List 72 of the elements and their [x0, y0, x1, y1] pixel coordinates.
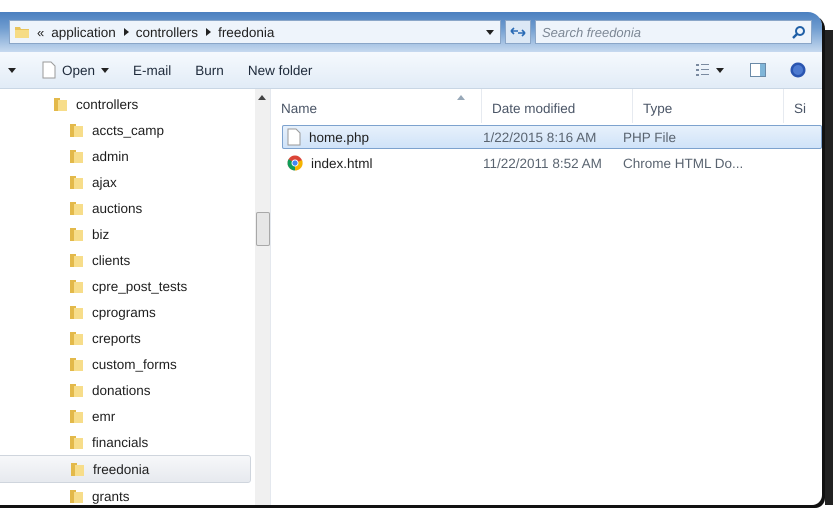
overflow-chevron[interactable]: « — [37, 24, 44, 40]
folder-tree-item[interactable]: cpre_post_tests — [0, 273, 251, 299]
column-header[interactable]: Type — [633, 89, 784, 123]
toolbar-button[interactable]: E-mail — [125, 60, 180, 80]
folder-tree-item[interactable]: cprograms — [0, 299, 251, 325]
breadcrumb[interactable]: application — [51, 24, 116, 40]
toolbar-button[interactable]: Open — [34, 59, 118, 81]
date-cell-text: 1/22/2015 8:16 AM — [483, 130, 598, 144]
folder-icon — [68, 226, 84, 242]
folder-icon — [69, 461, 85, 477]
pane-icon — [750, 63, 766, 77]
folder-tree-item[interactable]: clients — [0, 247, 251, 273]
sort-arrow-icon — [457, 95, 465, 100]
breadcrumb[interactable]: controllers — [136, 24, 198, 40]
folder-tree-item[interactable]: emr — [0, 403, 251, 429]
folder-tree-item[interactable]: custom_forms — [0, 351, 251, 377]
folder-icon — [68, 278, 84, 294]
dropdown-arrow-icon[interactable] — [486, 30, 494, 34]
folder-tree-item[interactable]: controllers — [0, 91, 251, 117]
scroll-up-arrow-icon[interactable] — [258, 95, 266, 100]
folder-tree-item[interactable]: admin — [0, 143, 251, 169]
help-icon — [790, 62, 806, 78]
folder-icon — [68, 252, 84, 268]
folder-tree-item[interactable]: grants — [0, 483, 251, 505]
list-view-icon — [696, 64, 726, 76]
scrollbar-thumb[interactable] — [256, 212, 270, 246]
scrollbar[interactable] — [255, 89, 270, 505]
folder-icon — [68, 122, 84, 138]
dropdown-arrow-icon[interactable] — [8, 68, 16, 72]
refresh-button[interactable] — [505, 20, 531, 44]
search-icon — [792, 25, 806, 39]
folder-icon — [52, 96, 68, 112]
folder-tree-item[interactable]: donations — [0, 377, 251, 403]
folder-icon — [68, 330, 84, 346]
folder-icon — [68, 488, 84, 504]
document-icon — [42, 61, 56, 79]
folder-tree-item[interactable]: biz — [0, 221, 251, 247]
folder-icon — [68, 356, 84, 372]
refresh-icon — [510, 26, 526, 38]
file-row[interactable]: index.html 11/22/2011 8:52 AM Chrome HTML Do... — [282, 151, 822, 175]
toolbar-button[interactable]: Burn — [187, 60, 232, 80]
column-header[interactable]: Si — [784, 89, 822, 123]
search-field[interactable]: Search freedonia — [535, 20, 812, 44]
column-header[interactable]: Date modified — [482, 89, 633, 123]
toolbar-button[interactable]: New folder — [240, 60, 320, 80]
folder-tree-item[interactable]: financials — [0, 429, 251, 455]
folder-tree-item[interactable]: freedonia — [0, 455, 251, 483]
document-icon — [287, 128, 301, 146]
folder-icon — [68, 200, 84, 216]
separator-arrow-icon[interactable] — [205, 28, 212, 36]
folder-icon — [68, 148, 84, 164]
folder-tree-item[interactable]: ajax — [0, 169, 251, 195]
folder-icon — [68, 174, 84, 190]
folder-icon — [68, 382, 84, 398]
address-bar[interactable]: « application controllers freedonia — [9, 20, 501, 44]
folder-icon — [68, 408, 84, 424]
type-cell-text: Chrome HTML Do... — [623, 156, 744, 170]
type-cell-text: PHP File — [623, 130, 678, 144]
file-name: home.php — [309, 130, 370, 144]
folder-icon — [14, 24, 30, 40]
folder-tree-item[interactable]: auctions — [0, 195, 251, 221]
file-name: index.html — [311, 156, 373, 170]
browser-icon — [287, 155, 303, 171]
separator-arrow-icon[interactable] — [122, 28, 129, 36]
folder-tree-item[interactable]: accts_camp — [0, 117, 251, 143]
date-cell-text: 11/22/2011 8:52 AM — [483, 156, 603, 170]
caret-icon — [101, 68, 110, 72]
folder-icon — [68, 434, 84, 450]
file-row[interactable]: home.php 1/22/2015 8:16 AM PHP File — [282, 125, 822, 149]
breadcrumb[interactable]: freedonia — [218, 24, 274, 40]
folder-tree-item[interactable]: creports — [0, 325, 251, 351]
folder-icon — [68, 304, 84, 320]
